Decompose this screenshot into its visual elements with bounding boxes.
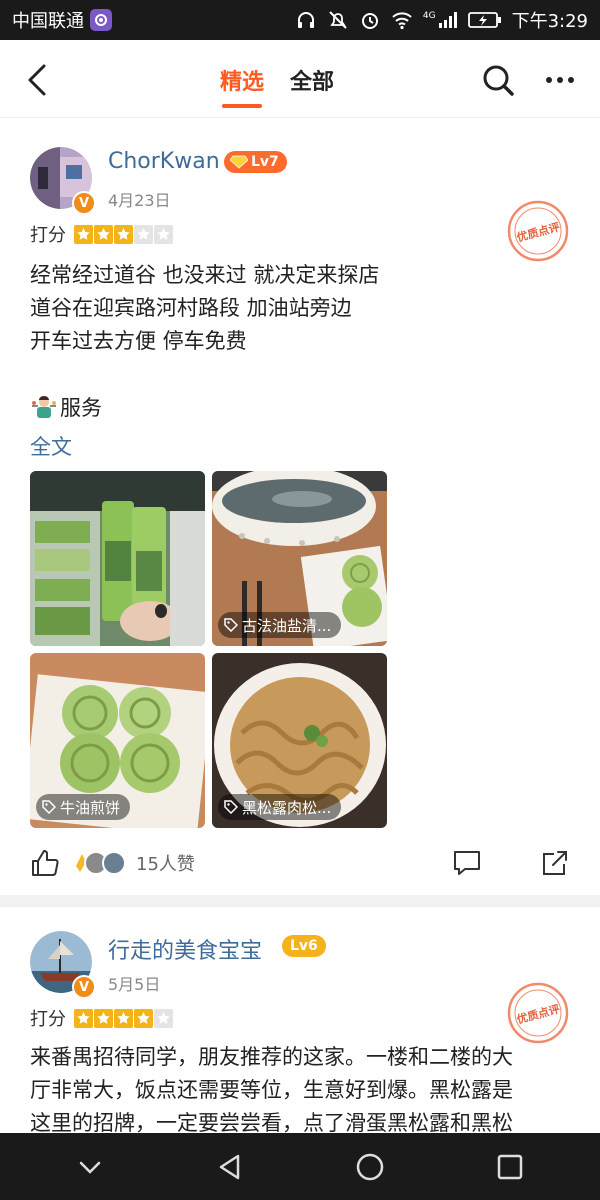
user-name[interactable]: ChorKwan [108, 149, 220, 174]
review-photo[interactable]: 古法油盐清... [212, 471, 387, 646]
liker-avatars[interactable] [74, 851, 126, 875]
system-nav-bar [0, 1133, 600, 1200]
verified-icon: V [72, 191, 96, 215]
svg-text:优质点评: 优质点评 [515, 220, 561, 245]
review-text: 经常经过道谷 也没来过 就决定来探店 道谷在迎宾路河村路段 加油站旁边 开车过去… [30, 263, 380, 353]
app-notification-icon [90, 9, 112, 31]
star-icon [134, 224, 153, 244]
review-card: V ChorKwan Lv7 4月23日 打分 优质点评 经常经过道谷 也没来过… [0, 119, 600, 895]
rating-row: 打分 [30, 221, 173, 247]
battery-icon [467, 12, 501, 28]
rating-label: 打分 [30, 225, 66, 246]
signal-icon: 4G [423, 11, 458, 29]
more-icon[interactable] [542, 62, 578, 98]
star-icon [74, 224, 93, 244]
tab-bar: 精选 全部 [220, 64, 334, 108]
review-photo[interactable]: 黑松露肉松... [212, 653, 387, 828]
top-nav: 精选 全部 [0, 40, 600, 118]
review-text: 来番禺招待同学，朋友推荐的这家。一楼和二楼的大 厅非常大，饭点还需要等位，生意好… [30, 1045, 513, 1133]
star-rating [74, 224, 173, 244]
service-tag: 服务 [30, 392, 102, 422]
star-icon [134, 1008, 153, 1028]
tab-all[interactable]: 全部 [290, 64, 334, 100]
dish-tag[interactable]: 牛油煎饼 [36, 794, 131, 820]
tab-featured[interactable]: 精选 [220, 64, 264, 108]
diamond-icon [230, 155, 248, 169]
divider [0, 895, 600, 907]
rating-row: 打分 [30, 1005, 173, 1031]
review-date: 4月23日 [108, 191, 171, 210]
star-icon [114, 1008, 133, 1028]
headphone-icon [297, 12, 314, 28]
like-count: 15人赞 [136, 854, 195, 875]
star-icon [94, 224, 113, 244]
status-bar: 中国联通 4G 下午3:29 [0, 0, 600, 40]
action-row: 15人赞 [30, 845, 570, 881]
full-text-link[interactable]: 全文 [30, 431, 72, 461]
review-photo[interactable]: 牛油煎饼 [30, 653, 205, 828]
star-icon [154, 224, 173, 244]
recents-square-icon[interactable] [492, 1149, 528, 1185]
tag-icon [42, 800, 56, 814]
waiter-icon [32, 396, 56, 418]
like-icon[interactable] [30, 848, 60, 878]
level-badge: Lv7 [224, 151, 287, 173]
level-badge: Lv6 [282, 935, 326, 957]
review-photo[interactable] [30, 471, 205, 646]
star-icon [114, 224, 133, 244]
dish-tag[interactable]: 黑松露肉松... [218, 794, 342, 820]
user-name[interactable]: 行走的美食宝宝 [108, 933, 262, 965]
quality-stamp-icon: 优质点评 [507, 982, 569, 1044]
home-circle-icon[interactable] [352, 1149, 388, 1185]
star-icon [154, 1008, 173, 1028]
avatar[interactable]: V [30, 931, 96, 999]
avatar[interactable]: V [30, 147, 96, 215]
photo-grid: 古法油盐清... 牛油煎饼 黑松露肉松... [30, 471, 387, 828]
review-card: V 行走的美食宝宝 Lv6 5月5日 打分 优质点评 来番禺招待同学，朋友推荐的… [0, 907, 600, 1133]
star-rating [74, 1008, 173, 1028]
comment-icon[interactable] [452, 848, 482, 878]
quality-stamp-icon: 优质点评 [507, 200, 569, 262]
alarm-icon [361, 13, 378, 29]
dish-tag[interactable]: 古法油盐清... [218, 612, 342, 638]
review-date: 5月5日 [108, 975, 161, 994]
star-icon [94, 1008, 113, 1028]
svg-text:优质点评: 优质点评 [515, 1002, 561, 1027]
chevron-down-icon[interactable] [72, 1149, 108, 1185]
liker-avatar [102, 851, 126, 875]
back-icon[interactable] [22, 62, 54, 98]
mute-icon [329, 11, 347, 29]
wifi-icon [392, 12, 412, 30]
carrier-name: 中国联通 [12, 11, 84, 32]
verified-icon: V [72, 975, 96, 999]
tag-icon [224, 800, 238, 814]
clock: 下午3:29 [511, 11, 588, 32]
star-icon [74, 1008, 93, 1028]
share-icon[interactable] [540, 848, 570, 878]
tag-icon [224, 618, 238, 632]
back-triangle-icon[interactable] [212, 1149, 248, 1185]
rating-label: 打分 [30, 1009, 66, 1030]
search-icon[interactable] [480, 62, 516, 98]
